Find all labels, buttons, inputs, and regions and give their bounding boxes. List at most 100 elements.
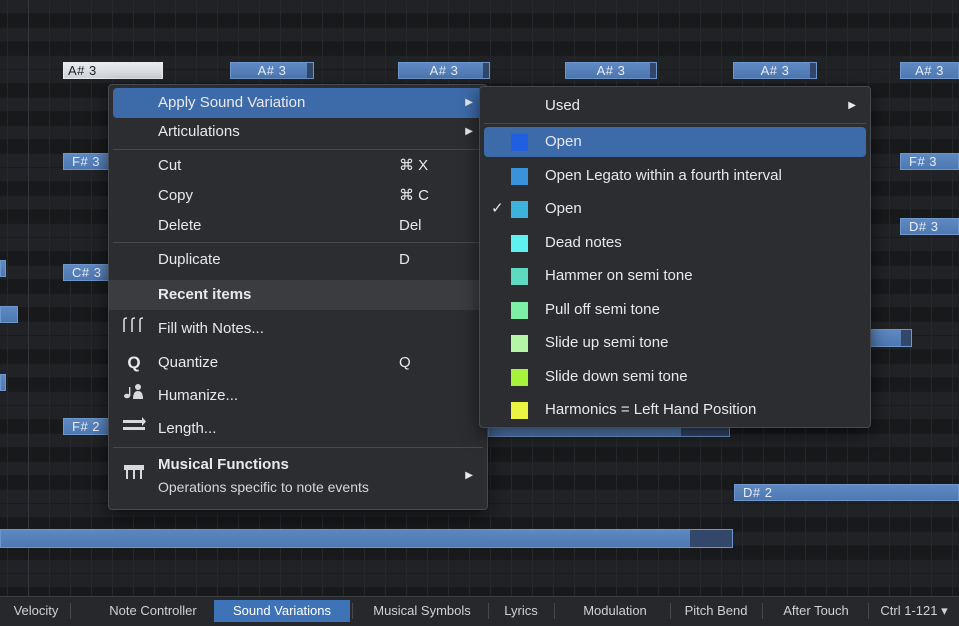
tab-lyrics[interactable]: Lyrics (490, 600, 552, 622)
pitch-lane (0, 574, 959, 588)
menu-item-label: Fill with Notes... (158, 320, 264, 337)
sound-variation-item[interactable]: Open Legato within a fourth interval (484, 161, 866, 191)
menu-item-copy[interactable]: Copy ⌘ C (113, 181, 483, 211)
submenu-item-used[interactable]: Used ▶ (484, 91, 866, 121)
midi-note[interactable]: A# 3 (733, 62, 817, 79)
tab-modulation[interactable]: Modulation (562, 600, 668, 622)
recent-items-header: Recent items (109, 280, 487, 310)
midi-note[interactable]: A# 3 (565, 62, 657, 79)
menu-separator (113, 242, 483, 243)
tab-note-controller[interactable]: Note Controller (94, 600, 212, 622)
note-label: D# 3 (909, 219, 939, 234)
tab-divider (670, 603, 671, 619)
menu-item-label: Quantize (158, 354, 219, 371)
tab-pitch-bend[interactable]: Pitch Bend (672, 600, 760, 622)
menu-item-length[interactable]: Length... (113, 414, 483, 444)
menu-item-label: Pull off semi tone (545, 300, 660, 318)
midi-note[interactable]: C# 3 (63, 264, 111, 281)
midi-note[interactable]: F# 2 (63, 418, 111, 435)
note-context-menu: Apply Sound Variation ▶ Articulations ▶ … (108, 84, 488, 510)
midi-note[interactable] (870, 329, 912, 347)
sound-variation-item[interactable]: Harmonics = Left Hand Position (484, 395, 866, 425)
note-label: A# 3 (68, 63, 97, 78)
tab-sound-variations[interactable]: Sound Variations (214, 600, 350, 622)
grid-line (931, 0, 932, 596)
menu-item-cut[interactable]: Cut ⌘ X (113, 151, 483, 181)
grid-line (7, 0, 8, 596)
menu-separator (113, 447, 483, 448)
submenu-arrow-icon: ▶ (465, 97, 473, 108)
menu-item-label: Slide up semi tone (545, 334, 669, 351)
menu-item-label: Open (545, 200, 582, 217)
menu-item-humanize[interactable]: Humanize... (113, 381, 483, 411)
sound-variation-item[interactable]: Slide up semi tone (484, 328, 866, 358)
color-swatch (511, 301, 528, 319)
midi-note[interactable]: D# 2 (734, 484, 959, 501)
tab-divider (70, 603, 71, 619)
menu-item-label: Harmonics = Left Hand Position (545, 401, 757, 418)
menu-item-label: Used (545, 97, 581, 114)
midi-note[interactable]: D# 3 (900, 218, 959, 235)
tab-divider (352, 603, 353, 619)
color-swatch (511, 402, 528, 419)
midi-note[interactable]: A# 3 (900, 62, 959, 79)
shortcut-label: ⌘ C (399, 187, 429, 204)
tab-divider (488, 603, 489, 619)
color-swatch (511, 234, 528, 252)
color-swatch (511, 268, 528, 285)
pitch-lane (0, 588, 959, 596)
midi-note[interactable]: A# 3 (398, 62, 490, 79)
length-icon (120, 414, 148, 444)
menu-item-fill-with-notes[interactable]: Fill with Notes... (113, 314, 483, 344)
menu-item-apply-sound-variation[interactable]: Apply Sound Variation ▶ (113, 88, 483, 118)
midi-note[interactable]: F# 3 (900, 153, 959, 170)
quantize-icon: Q (127, 353, 141, 372)
midi-note[interactable]: F# 3 (63, 153, 111, 170)
sound-variation-item[interactable]: Dead notes (484, 228, 866, 258)
controller-lane-tabs: Velocity Note Controller Sound Variations M… (0, 596, 959, 626)
menu-item-label: Articulations (158, 123, 240, 140)
note-label: A# 3 (429, 63, 459, 78)
midi-note[interactable] (0, 306, 18, 323)
submenu-arrow-icon: ▶ (465, 126, 473, 137)
tab-velocity[interactable]: Velocity (4, 600, 68, 622)
menu-item-musical-functions[interactable]: Musical Functions Operations specific to… (113, 451, 483, 501)
tab-ctrl-1-121[interactable]: Ctrl 1-121 ▾ (870, 600, 958, 622)
menu-item-label: Length... (158, 420, 217, 437)
menu-item-quantize[interactable]: Q Quantize Q (113, 348, 483, 378)
section-header-label: Recent items (158, 286, 252, 303)
sound-variation-item[interactable]: Hammer on semi tone (484, 261, 866, 291)
pitch-lane (0, 42, 959, 56)
midi-note[interactable] (0, 374, 6, 391)
note-label: A# 3 (915, 63, 944, 78)
midi-note[interactable]: A# 3 (63, 62, 163, 79)
menu-separator (113, 149, 483, 150)
menu-item-delete[interactable]: Delete Del (113, 211, 483, 241)
sound-variation-item[interactable]: Open (484, 127, 866, 157)
sound-variation-item[interactable]: Pull off semi tone (484, 295, 866, 325)
menu-item-label: Open (545, 133, 582, 150)
grid-line (28, 0, 29, 596)
midi-note[interactable] (0, 529, 733, 548)
tab-musical-symbols[interactable]: Musical Symbols (358, 600, 486, 622)
menu-item-label: Copy (158, 187, 194, 204)
shortcut-label: Q (399, 354, 411, 371)
menu-item-label: Musical Functions (158, 456, 289, 473)
sound-variation-submenu: Used ▶ Open Open Legato within a fourth i… (479, 86, 871, 428)
tab-after-touch[interactable]: After Touch (766, 600, 866, 622)
grid-line (910, 0, 911, 596)
sound-variation-item[interactable]: Slide down semi tone (484, 362, 866, 392)
color-swatch (511, 134, 528, 151)
midi-note[interactable]: A# 3 (230, 62, 314, 79)
tab-divider (554, 603, 555, 619)
grid-line (889, 0, 890, 596)
humanize-icon (120, 381, 148, 411)
shortcut-label: ⌘ X (399, 157, 429, 174)
sound-variation-item[interactable]: ✓ Open (484, 194, 866, 224)
midi-note[interactable] (0, 260, 6, 277)
color-swatch (511, 167, 528, 185)
menu-item-articulations[interactable]: Articulations ▶ (113, 117, 483, 147)
note-label: F# 3 (909, 154, 938, 169)
menu-item-label: Apply Sound Variation (158, 94, 306, 111)
menu-item-duplicate[interactable]: Duplicate D (113, 245, 483, 275)
